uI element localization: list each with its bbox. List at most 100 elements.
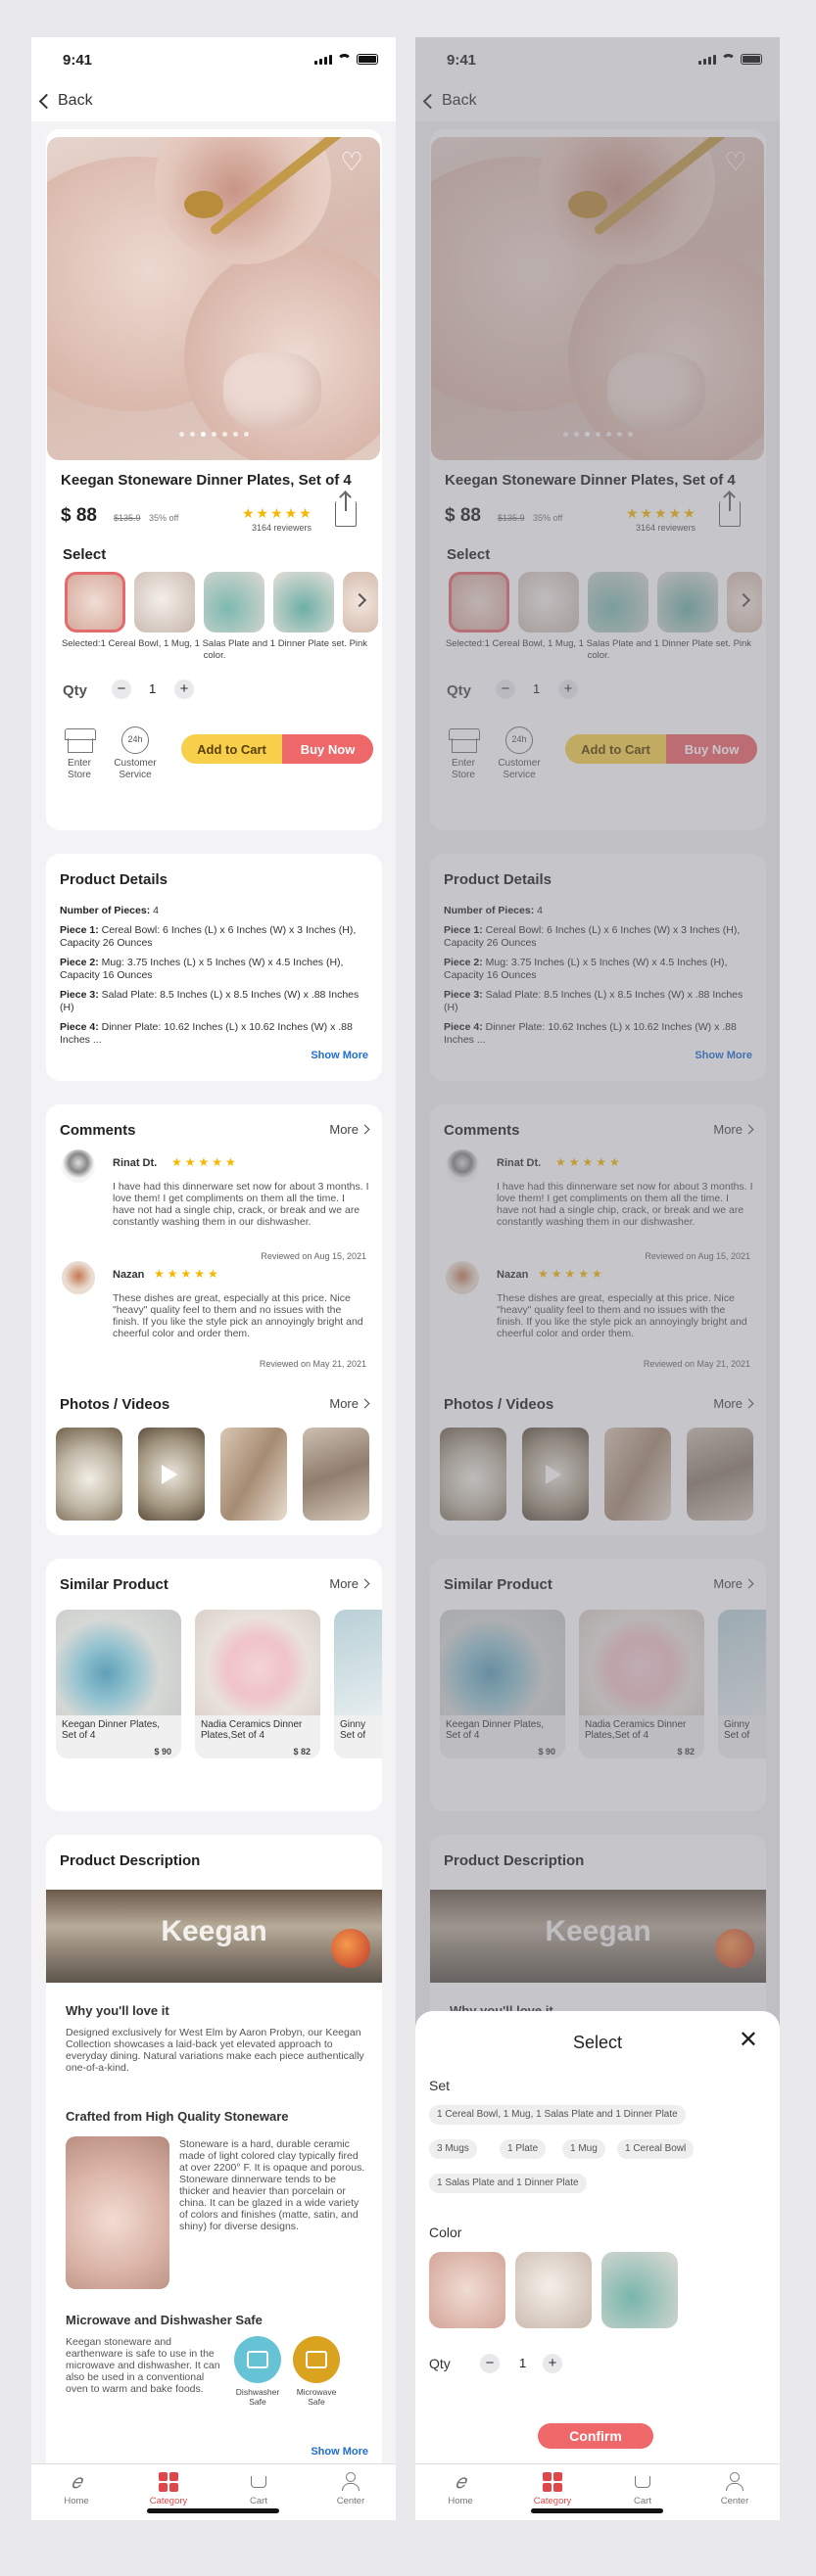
piece-detail: Piece 1: Cereal Bowl: 6 Inches (L) x 6 I…: [60, 924, 357, 949]
product-details-title: Product Details: [60, 871, 168, 888]
sheet-title: Select: [572, 2033, 623, 2052]
similar-product-card[interactable]: Ginny Set of: [334, 1610, 382, 1758]
set-option[interactable]: 1 Plate: [500, 2139, 547, 2159]
sheet-qty-minus-button[interactable]: −: [480, 2354, 500, 2373]
comment-text: I have had this dinnerware set now for a…: [113, 1181, 369, 1228]
tab-label: Category: [149, 2496, 188, 2506]
tab-cart[interactable]: Cart: [613, 2472, 672, 2506]
confirm-button[interactable]: Confirm: [538, 2423, 653, 2449]
variant-thumb-teal[interactable]: [204, 572, 264, 632]
color-swatch-teal[interactable]: [601, 2252, 678, 2328]
set-option[interactable]: 1 Cereal Bowl, 1 Mug, 1 Salas Plate and …: [429, 2105, 686, 2125]
home-icon: 𝑒: [455, 2471, 466, 2493]
comments-title: Comments: [60, 1122, 136, 1139]
tab-label: Center: [720, 2496, 749, 2506]
color-swatch-pink[interactable]: [429, 2252, 505, 2328]
dishwasher-safe-icon: [234, 2336, 281, 2383]
store-icon[interactable]: [65, 728, 96, 754]
media-thumb[interactable]: [220, 1428, 287, 1521]
purchase-buttons: Add to Cart Buy Now: [181, 734, 373, 764]
description-show-more-link[interactable]: Show More: [311, 2446, 368, 2458]
variant-thumb-green[interactable]: [273, 572, 334, 632]
variant-thumbnails: [65, 572, 378, 632]
crafted-title: Crafted from High Quality Stoneware: [66, 2109, 289, 2124]
media-thumb[interactable]: [138, 1428, 205, 1521]
battery-icon: [357, 54, 378, 65]
tab-label: Home: [64, 2496, 89, 2506]
similar-product-price: $ 82: [293, 1747, 311, 1756]
similar-product-card[interactable]: Nadia Ceramics Dinner Plates,Set of 4 $ …: [195, 1610, 320, 1758]
stoneware-image: [66, 2136, 169, 2289]
comments-more-link[interactable]: More: [329, 1122, 370, 1137]
share-icon[interactable]: [335, 493, 357, 527]
category-icon: [543, 2472, 562, 2492]
set-option[interactable]: 1 Salas Plate and 1 Dinner Plate: [429, 2174, 587, 2193]
tab-category[interactable]: Category: [523, 2472, 582, 2506]
set-option[interactable]: 3 Mugs: [429, 2139, 477, 2159]
reviewer-count: 3164 reviewers: [252, 523, 312, 533]
piece-detail: Piece 4: Dinner Plate: 10.62 Inches (L) …: [60, 1021, 353, 1046]
media-thumb[interactable]: [303, 1428, 369, 1521]
heart-icon[interactable]: ♡: [337, 149, 366, 174]
why-love-text: Designed exclusively for West Elm by Aar…: [66, 2027, 364, 2074]
back-label: Back: [58, 92, 93, 109]
tab-home[interactable]: 𝑒 Home: [47, 2472, 106, 2506]
buy-now-button[interactable]: Buy Now: [282, 734, 373, 764]
similar-product-card[interactable]: Keegan Dinner Plates, Set of 4 $ 90: [56, 1610, 181, 1758]
user-icon: [725, 2472, 744, 2492]
similar-product-price: $ 90: [154, 1747, 171, 1756]
color-swatch-white[interactable]: [515, 2252, 592, 2328]
tab-home[interactable]: 𝑒 Home: [431, 2472, 490, 2506]
back-button[interactable]: Back: [38, 92, 93, 110]
product-description-card: Product Description Keegan Why you'll lo…: [46, 1835, 382, 2483]
cart-icon: [251, 2476, 266, 2488]
rating-stars: ★★★★★: [242, 505, 313, 521]
similar-product-name: Keegan Dinner Plates, Set of 4: [62, 1719, 161, 1741]
set-label: Set: [429, 2078, 451, 2093]
tab-category[interactable]: Category: [139, 2472, 198, 2506]
qty-minus-button[interactable]: −: [112, 679, 131, 699]
banner-text: Keegan: [161, 1915, 267, 1947]
customer-service-icon[interactable]: 24h: [121, 726, 149, 754]
discount-label: 35% off: [149, 513, 179, 523]
customer-service-label[interactable]: Customer Service: [110, 758, 161, 781]
avatar: [62, 1261, 95, 1294]
photos-videos-title: Photos / Videos: [60, 1396, 170, 1413]
qty-plus-button[interactable]: +: [174, 679, 194, 699]
user-icon: [341, 2472, 360, 2492]
wifi-icon: [337, 54, 352, 65]
status-icons: [314, 54, 378, 65]
similar-more-link[interactable]: More: [329, 1576, 370, 1591]
sheet-qty-plus-button[interactable]: +: [543, 2354, 562, 2373]
crafted-text: Stoneware is a hard, durable ceramic mad…: [179, 2138, 365, 2232]
color-label: Color: [429, 2225, 462, 2240]
add-to-cart-button[interactable]: Add to Cart: [181, 734, 282, 764]
close-icon[interactable]: ✕: [739, 2029, 758, 2052]
similar-product-name: Ginny Set of: [340, 1719, 366, 1741]
media-more-link[interactable]: More: [329, 1396, 370, 1411]
tab-center[interactable]: Center: [321, 2472, 380, 2506]
status-time: 9:41: [63, 52, 93, 69]
media-thumb[interactable]: [56, 1428, 122, 1521]
microwave-safe-title: Microwave and Dishwasher Safe: [66, 2313, 263, 2327]
tab-label: Cart: [250, 2496, 267, 2506]
comment-date: Reviewed on May 21, 2021: [259, 1359, 366, 1369]
tab-label: Center: [336, 2496, 365, 2506]
description-banner: Keegan: [46, 1890, 382, 1983]
tab-center[interactable]: Center: [705, 2472, 764, 2506]
product-screen: 9:41 Back ♡ Keegan Stoneware Dinner Plat…: [31, 37, 396, 2520]
tab-label: Cart: [634, 2496, 651, 2506]
set-option[interactable]: 1 Mug: [562, 2139, 605, 2159]
play-icon: [162, 1465, 177, 1484]
variant-thumb-pink[interactable]: [65, 572, 125, 632]
enter-store-label[interactable]: Enter Store: [55, 758, 104, 781]
tab-label: Home: [448, 2496, 473, 2506]
microwave-safe-label: Microwave Safe: [296, 2387, 337, 2407]
product-image-carousel[interactable]: ♡: [47, 137, 380, 460]
tab-cart[interactable]: Cart: [229, 2472, 288, 2506]
signal-icon: [314, 55, 332, 65]
set-option[interactable]: 1 Cereal Bowl: [617, 2139, 695, 2159]
variant-thumb-white[interactable]: [134, 572, 195, 632]
product-title: Keegan Stoneware Dinner Plates, Set of 4: [61, 472, 352, 489]
details-show-more-link[interactable]: Show More: [311, 1050, 368, 1061]
